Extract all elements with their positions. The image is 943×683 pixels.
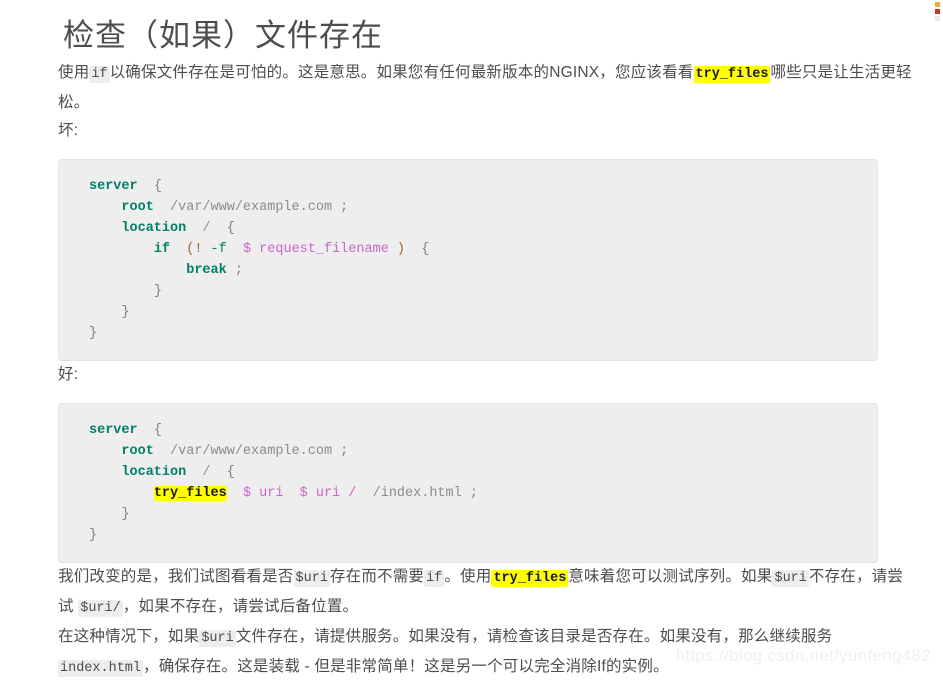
code-token-kw: if [153,241,171,257]
code-token-pun: } [89,325,98,341]
code-token-path: / [202,464,211,480]
code-token-flag: -f [210,241,227,257]
inline-code-if-2: if [424,569,445,587]
code-token-pun: { [153,178,162,194]
inline-code-try-files-2: try_files [491,569,569,587]
code-token-var: $ [242,241,252,257]
article-content: 检查（如果）文件存在 使用 if 以确保文件存在是可怕的。这是意思。如果您有任何最新… [58,0,914,683]
code-token-kw: server [89,422,138,438]
inline-code-try-files: try_files [693,65,771,83]
explain1-text-6: ，如果不存在，请尝试后备位置。 [122,597,359,615]
explain1-text-2: 存在而不需要 [329,567,425,585]
code-token-kw: root [121,199,154,215]
csdn-watermark: https://blog.csdn.net/yunfeng482 [675,646,931,665]
intro-text-2: 以确保文件存在是可怕的。这是意思。如果您有任何最新版本的NGINX，您应该看看 [109,63,694,81]
article-page: 检查（如果）文件存在 使用 if 以确保文件存在是可怕的。这是意思。如果您有任何最新… [0,0,943,677]
code-token-var: uri [315,485,341,501]
explain1-text-3: 。使用 [444,567,492,585]
code-block-good: server { root /var/www/example.com ; loc… [58,402,878,563]
code-token-kw: location [121,220,187,236]
code-token-pun: } [89,527,98,543]
code-token-path: /index.html [372,485,462,501]
explain2-text-2: 文件存在，请提供服务。如果没有，请检查该目录是否存在。如果没有，那么继续服务 [235,627,833,645]
inline-code-index-html: index.html [58,659,144,677]
code-token-path: / [202,220,211,236]
explain2-text-3: ，确保存在。这是装载 - 但是非常简单！这是另一个可以完全消除If的实例。 [143,657,669,675]
explain1-text-4: 意味着您可以测试序列。如果 [568,567,773,585]
code-token-pun: ; [340,199,349,215]
inline-code-if: if [89,65,110,83]
code-token-pun: { [421,241,430,257]
code-token-kw: location [121,464,187,480]
page-corner-artifact [935,2,943,21]
inline-code-uri-2: $uri [772,569,809,587]
explain2-text-1: 在这种情况下，如果 [58,627,200,645]
label-good: 好: [58,365,79,383]
page-title: 检查（如果）文件存在 [63,18,383,53]
code-token-kw: server [89,178,138,194]
code-token-path: /var/www/example.com [170,199,333,215]
code-token-kw: break [186,262,227,278]
code-token-pun: } [121,506,130,522]
corner-artifact-dot-3 [935,16,940,21]
code-token-op: ) [396,241,406,257]
inline-code-uri-4: $uri [199,629,236,647]
code-token-kw: root [121,443,154,459]
code-token-var: / [348,485,357,501]
code-token-pun: ; [234,262,243,278]
intro-paragraph: 使用 if 以确保文件存在是可怕的。这是意思。如果您有任何最新版本的NGINX，您应… [58,59,914,117]
corner-artifact-dot-2 [935,9,940,14]
code-token-pun: } [153,283,162,299]
code-token-mark: try_files [153,485,227,501]
code-token-pun: ; [469,485,478,501]
code-token-pun: { [226,220,235,236]
code-token-var: $ [299,485,308,501]
code-token-op: ! [194,241,203,257]
inline-code-uri-3: $uri/ [78,599,123,617]
code-token-pun: { [226,464,235,480]
code-token-path: /var/www/example.com [170,443,333,459]
code-token-var: uri [259,485,284,501]
code-token-var: request_filename [259,241,389,257]
code-token-pun: { [153,422,162,438]
explain1-text-1: 我们改变的是，我们试图看看是否 [58,567,294,585]
code-token-pun: ; [340,443,349,459]
inline-code-uri-1: $uri [293,569,330,587]
code-token-pun: } [121,304,130,320]
code-token-var: $ [242,485,252,501]
label-bad: 坏: [58,121,79,139]
explain-paragraph-1: 我们改变的是，我们试图看看是否 $uri 存在而不需要 if 。使用 try_files 意… [58,563,914,623]
code-block-bad: server { root /var/www/example.com ; loc… [58,158,878,361]
corner-artifact-dot-1 [935,2,940,7]
intro-text-1: 使用 [58,63,90,81]
